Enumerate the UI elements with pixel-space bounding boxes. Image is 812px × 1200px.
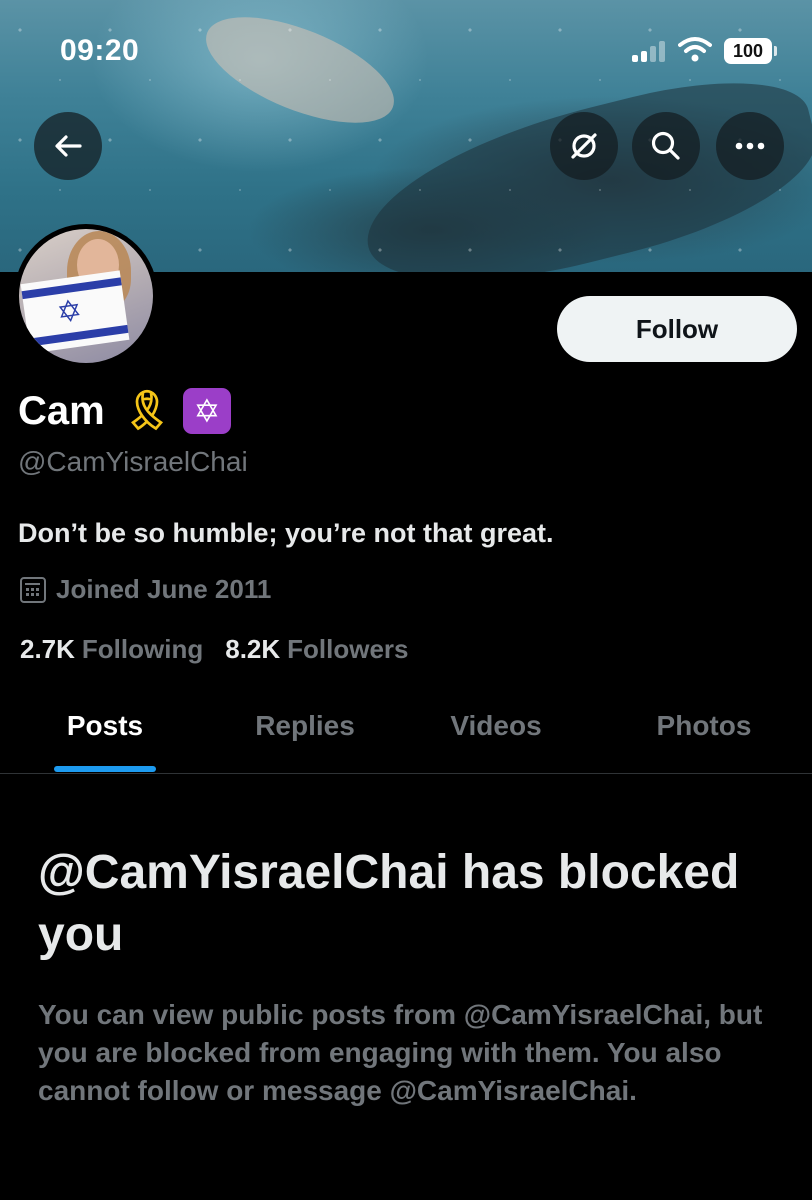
- display-name-row: Cam 🎗 ✡: [18, 388, 231, 434]
- star-of-david-icon: ✡: [182, 388, 231, 434]
- israel-flag-image: ✡: [20, 270, 130, 354]
- battery-icon: 100: [724, 38, 777, 64]
- profile-bio: Don’t be so humble; you’re not that grea…: [18, 518, 554, 548]
- following-count: 2.7K: [20, 634, 75, 664]
- blocked-message: You can view public posts from @CamYisra…: [38, 999, 763, 1106]
- avatar-image: ✡: [19, 229, 153, 363]
- blocked-title: @CamYisraelChai has blocked you: [38, 846, 740, 961]
- avatar[interactable]: ✡: [14, 224, 158, 368]
- search-icon: [651, 131, 680, 160]
- calendar-icon: [20, 576, 46, 603]
- username-handle: @CamYisraelChai: [18, 446, 248, 477]
- followers-count: 8.2K: [225, 634, 281, 664]
- tab-photos[interactable]: Photos: [642, 710, 766, 742]
- grok-button[interactable]: [550, 112, 618, 180]
- profile-tabs: Posts Replies Videos Photos: [0, 692, 812, 774]
- arrow-left-icon: [55, 135, 82, 157]
- back-button[interactable]: [34, 112, 102, 180]
- wifi-icon: [678, 36, 712, 62]
- tab-replies[interactable]: Replies: [242, 710, 368, 742]
- more-horizontal-icon: [735, 142, 765, 150]
- tab-posts[interactable]: Posts: [54, 710, 156, 742]
- search-button[interactable]: [632, 112, 700, 180]
- battery-level: 100: [732, 40, 764, 61]
- following-link[interactable]: 2.7K Following: [20, 634, 203, 665]
- follow-stats: 2.7K Following 8.2K Followers: [20, 634, 431, 665]
- active-tab-indicator: [54, 766, 156, 772]
- profile-screen: 09:20 100 ✡ Follow Cam 🎗 ✡ @CamYisraelCh…: [0, 0, 812, 1200]
- following-label: Following: [81, 634, 204, 664]
- followers-label: Followers: [287, 634, 409, 664]
- followers-link[interactable]: 8.2K Followers: [225, 634, 408, 665]
- slashed-circle-icon: [571, 133, 597, 159]
- status-time: 09:20: [60, 34, 140, 67]
- tab-videos[interactable]: Videos: [436, 710, 556, 742]
- more-options-button[interactable]: [716, 112, 784, 180]
- joined-date: Joined June 2011: [20, 574, 271, 605]
- cellular-signal-icon: [632, 40, 666, 62]
- display-name: Cam: [18, 388, 105, 433]
- ribbon-icon: 🎗: [122, 390, 171, 432]
- joined-label: Joined June 2011: [56, 574, 272, 604]
- follow-button[interactable]: Follow: [557, 296, 797, 362]
